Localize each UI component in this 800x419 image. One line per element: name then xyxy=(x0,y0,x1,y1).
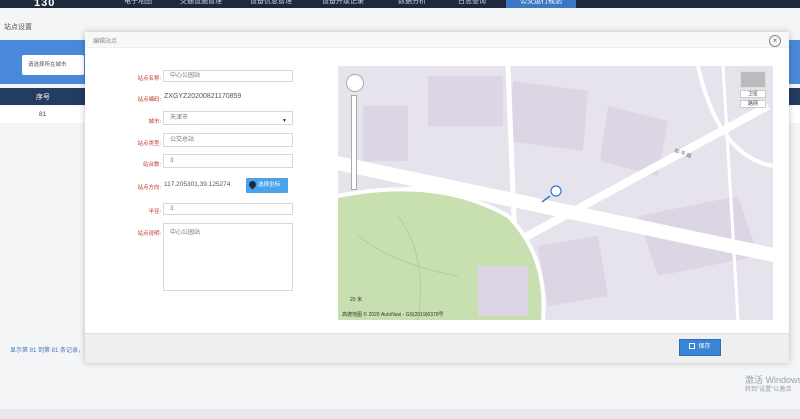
station-type-input[interactable]: 公交总站 xyxy=(163,133,293,147)
layer-satellite-option[interactable]: 卫星 xyxy=(740,90,766,98)
station-coordinate-value: 117.205301,39.125274 xyxy=(164,181,231,188)
description-textarea[interactable]: 中心公园站 xyxy=(163,223,293,291)
nav-item-device-info[interactable]: 设备信息管理 xyxy=(240,0,302,8)
nav-item-log-query[interactable]: 日志查询 xyxy=(446,0,498,8)
station-code-label: 站点编码: xyxy=(137,97,161,103)
platform-count-label: 站台数: xyxy=(142,162,161,168)
pagination-info: 显示第 81 到第 81 条记录， xyxy=(10,348,85,354)
app-logo: 130 xyxy=(34,0,56,8)
city-filter-select[interactable]: 请选择所在城市 xyxy=(22,55,84,75)
pick-coordinate-button[interactable]: 选择坐标 xyxy=(246,178,288,193)
nav-item-bus-planning[interactable]: 公交运行规划 xyxy=(506,0,576,8)
map-scale-bar: 20 米 xyxy=(350,297,362,303)
save-icon xyxy=(689,343,696,349)
nav-item-electronic-map[interactable]: 电子地图 xyxy=(112,0,164,8)
description-label: 站点说明: xyxy=(137,231,161,237)
layer-roadnet-option[interactable]: 路网 xyxy=(740,100,766,108)
dialog-header: 编辑站点 × xyxy=(85,32,789,48)
top-navigation-bar: 130 电子地图 交通设施管理 设备信息管理 设备升级记录 数据分析 日志查询 … xyxy=(0,0,800,8)
map-view[interactable]: 和 平 路 卫星 路网 20 米 高德地图 © 2020 AutoNavi - … xyxy=(338,66,773,320)
compass-icon[interactable] xyxy=(346,74,364,92)
page-title: 站点设置 xyxy=(4,24,32,31)
nav-item-data-analysis[interactable]: 数据分析 xyxy=(386,0,438,8)
nav-item-device-upgrade[interactable]: 设备升级记录 xyxy=(312,0,374,8)
map-zoom-control[interactable] xyxy=(346,74,364,190)
city-select-value: 天津市 xyxy=(170,115,189,121)
save-button-label: 保存 xyxy=(698,344,711,350)
map-canvas xyxy=(338,66,773,320)
city-select[interactable]: 天津市 ▼ xyxy=(163,111,293,125)
station-name-label: 站点名称: xyxy=(137,76,161,82)
zoom-slider[interactable] xyxy=(351,95,357,190)
station-name-input[interactable]: 中心公园站 xyxy=(163,70,293,82)
chevron-down-icon: ▼ xyxy=(282,118,287,124)
bottom-strip xyxy=(0,409,800,419)
station-direction-label: 站点方向: xyxy=(137,185,161,191)
map-copyright: 高德地图 © 2020 AutoNavi - GS(2019)6379号 xyxy=(342,312,444,318)
save-button[interactable]: 保存 xyxy=(679,339,721,356)
map-pin-icon xyxy=(247,179,258,190)
edit-station-dialog: 编辑站点 × 站点名称: 中心公园站 站点编码: ZXGYZ2020082117… xyxy=(85,32,789,363)
map-layer-switcher[interactable]: 卫星 路网 xyxy=(740,71,766,109)
nav-item-traffic-facilities[interactable]: 交通设施管理 xyxy=(170,0,232,8)
platform-count-input[interactable]: 3 xyxy=(163,154,293,168)
pick-coordinate-label: 选择坐标 xyxy=(258,182,281,188)
windows-activation-hint: 转到"设置"以激活 xyxy=(745,387,792,393)
radius-input[interactable]: 3 xyxy=(163,203,293,215)
close-icon[interactable]: × xyxy=(769,35,781,47)
radius-label: 半径: xyxy=(148,209,161,215)
dialog-footer: 保存 xyxy=(85,333,789,363)
city-label: 城市: xyxy=(148,119,161,125)
table-header-num: 序号 xyxy=(36,94,50,101)
dialog-title: 编辑站点 xyxy=(93,39,118,45)
table-cell-num: 81 xyxy=(39,111,47,118)
layer-thumbnail[interactable] xyxy=(740,71,766,88)
station-type-label: 站点类型: xyxy=(137,141,161,147)
station-code-value: ZXGYZ20200821170859 xyxy=(164,93,242,100)
